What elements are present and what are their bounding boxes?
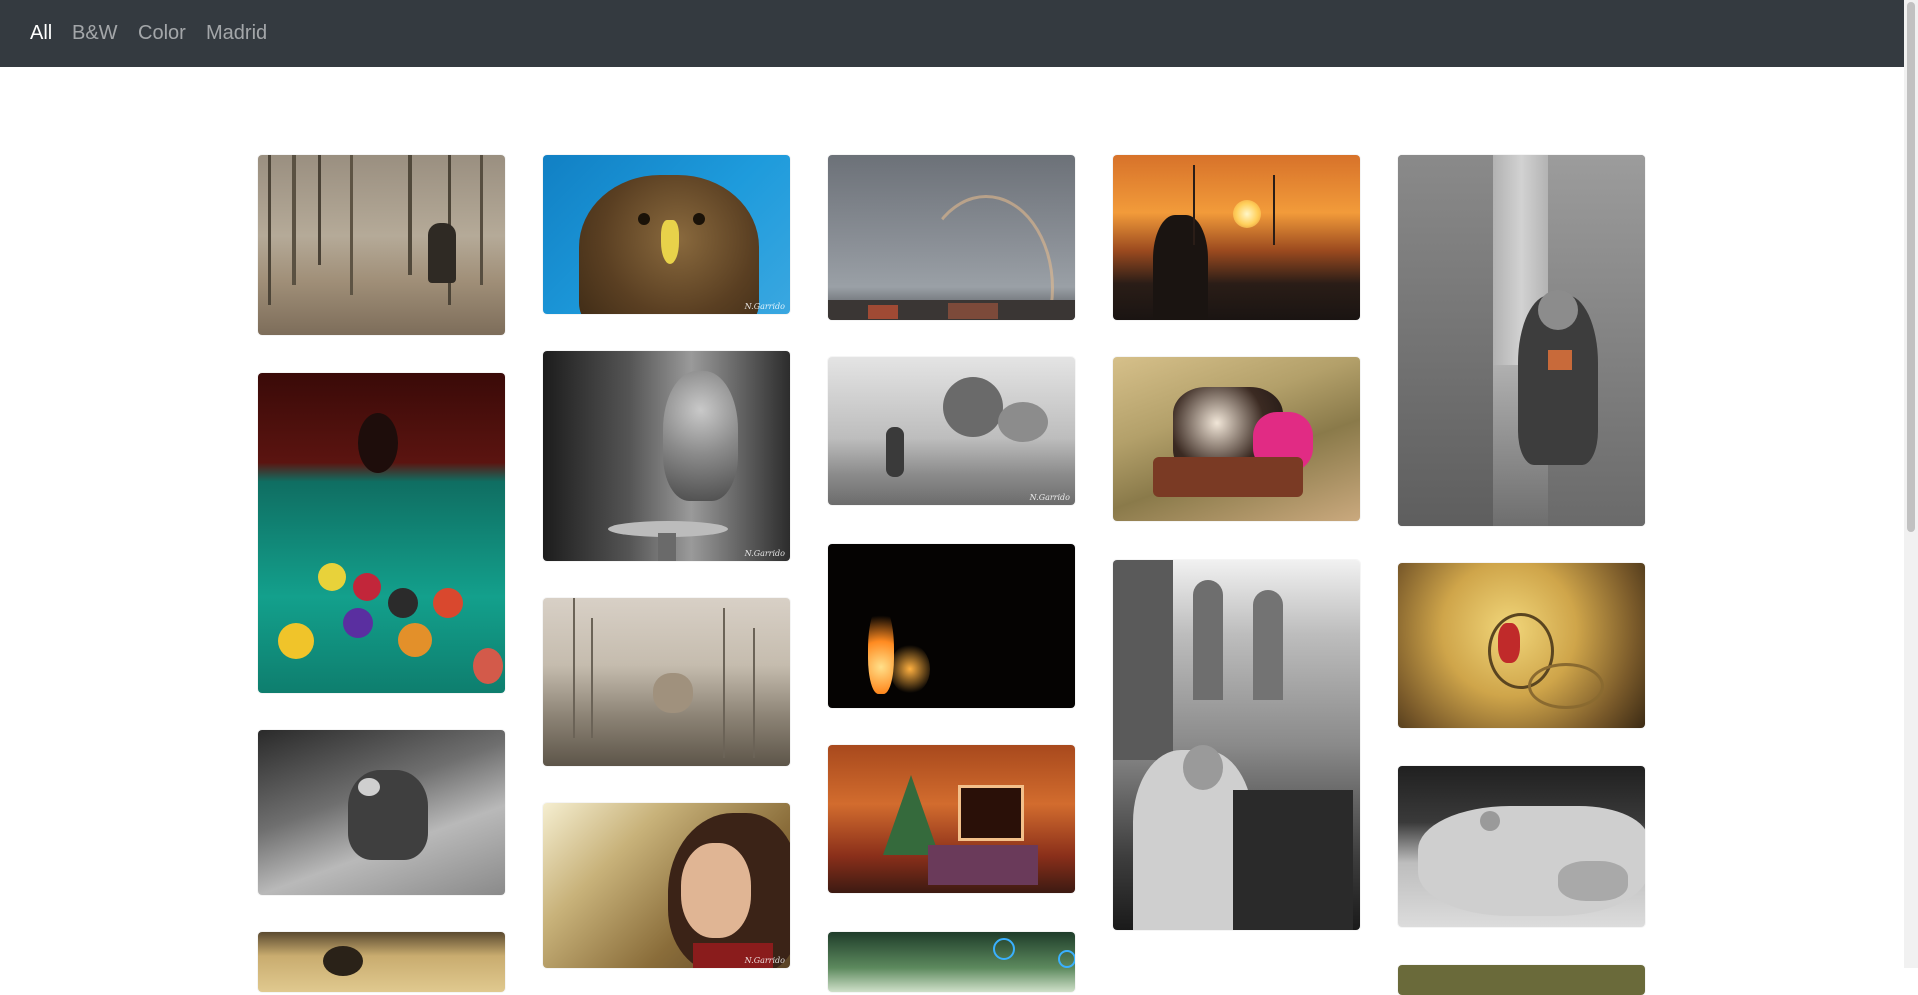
gallery-photo-eagle[interactable]: N.Garrido bbox=[543, 155, 790, 314]
gallery-photo-foggy-path[interactable]: N.Garrido bbox=[828, 357, 1075, 505]
gallery-photo-partial-last[interactable] bbox=[1398, 965, 1645, 995]
gallery-photo-partial-bubbles[interactable] bbox=[828, 932, 1075, 992]
nav-filter-all[interactable]: All bbox=[30, 21, 52, 45]
gallery-photo-cat-stairs[interactable] bbox=[258, 730, 505, 895]
gallery-photo-woman-forest[interactable] bbox=[258, 155, 505, 335]
photo-watermark: N.Garrido bbox=[744, 956, 785, 965]
gallery-photo-cat-grass[interactable] bbox=[543, 598, 790, 766]
nav-filter-madrid[interactable]: Madrid bbox=[206, 21, 267, 45]
gallery-photo-curly-girl[interactable]: N.Garrido bbox=[543, 803, 790, 968]
gallery-photo-butterfly-hand[interactable] bbox=[1398, 766, 1645, 927]
page-scrollbar[interactable] bbox=[1904, 0, 1918, 968]
nav-filter-bw[interactable]: B&W bbox=[72, 21, 118, 45]
photo-watermark: N.Garrido bbox=[744, 549, 785, 558]
gallery-photo-stairwell[interactable] bbox=[1398, 563, 1645, 728]
gallery-photo-wheelbarrow-kids[interactable] bbox=[1113, 357, 1360, 521]
gallery-photo-owl[interactable]: N.Garrido bbox=[543, 351, 790, 561]
gallery-photo-rainbow-birds[interactable] bbox=[828, 155, 1075, 320]
gallery-photo-fire-dark[interactable] bbox=[828, 544, 1075, 708]
gallery-photo-sunset-road[interactable] bbox=[1113, 155, 1360, 320]
gallery-photo-ruins-crowd[interactable] bbox=[1113, 560, 1360, 930]
top-navbar: All B&W Color Madrid bbox=[0, 0, 1904, 67]
photo-watermark: N.Garrido bbox=[1029, 493, 1070, 502]
gallery-photo-partial-wheat[interactable] bbox=[258, 932, 505, 992]
nav-filter-color[interactable]: Color bbox=[138, 21, 186, 45]
gallery-photo-memorial-woman[interactable] bbox=[1398, 155, 1645, 526]
gallery-photo-christmas-room[interactable] bbox=[828, 745, 1075, 893]
photo-watermark: N.Garrido bbox=[744, 302, 785, 311]
gallery-photo-pool-table[interactable] bbox=[258, 373, 505, 693]
scrollbar-thumb[interactable] bbox=[1907, 2, 1915, 532]
